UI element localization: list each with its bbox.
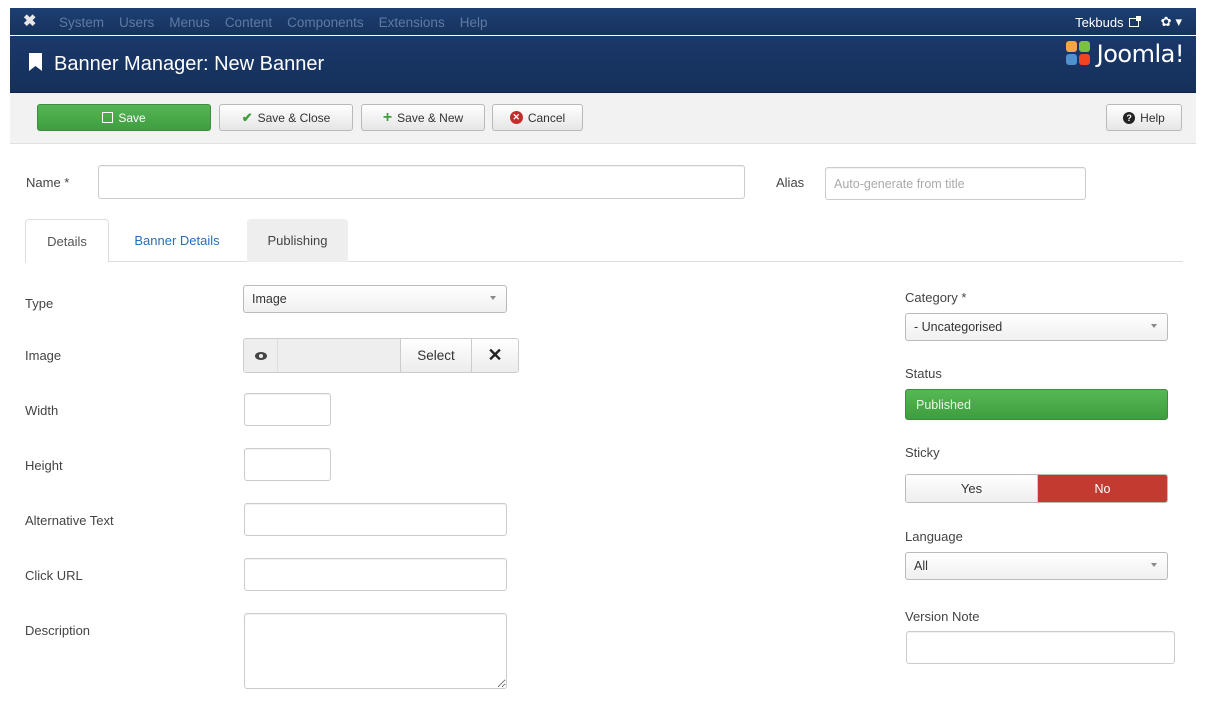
help-button[interactable]: ? Help [1106,104,1182,131]
menu-system[interactable]: System [59,15,104,30]
joomla-logo: Joomla! [1065,40,1185,68]
bookmark-icon [29,53,42,71]
menu-extensions[interactable]: Extensions [379,15,445,30]
image-label: Image [25,348,62,363]
alt-text-label: Alternative Text [25,513,114,528]
edit-icon [102,112,114,123]
alias-input[interactable] [825,167,1086,200]
alias-label: Alias [776,175,805,190]
image-clear-button[interactable]: ✕ [471,339,518,372]
save-close-label: Save & Close [257,110,331,125]
type-label: Type [25,296,54,311]
joomla-logo-icon [1065,41,1094,67]
menu-help[interactable]: Help [460,15,488,30]
height-input[interactable] [244,448,331,481]
sticky-toggle: Yes No [905,474,1168,503]
question-icon: ? [1123,111,1136,124]
tab-details[interactable]: Details [25,219,109,263]
language-label: Language [905,529,963,544]
external-link-icon [1128,15,1141,27]
caret-down-icon [1151,324,1157,328]
menu-content[interactable]: Content [225,15,272,30]
image-media-field: Select ✕ [243,338,519,373]
nav-right: Tekbuds ✿ ▾ [1075,14,1182,30]
status-select[interactable]: Published [905,389,1168,420]
image-path-input[interactable] [278,339,400,372]
caret-down-icon [1151,563,1157,567]
eye-icon [254,351,267,360]
status-label: Status [905,366,942,381]
description-label: Description [25,623,91,638]
gear-icon: ✿ [1160,14,1172,29]
main-menu: System Users Menus Content Components Ex… [59,15,487,30]
save-button[interactable]: Save [37,104,211,131]
language-value: All [914,559,928,573]
save-close-button[interactable]: ✔ Save & Close [219,104,353,131]
name-label: Name * [26,175,70,190]
sticky-no-button[interactable]: No [1038,475,1167,502]
save-new-label: Save & New [397,110,464,125]
top-navbar: ✖ System Users Menus Content Components … [10,8,1196,35]
type-select[interactable]: Image [243,285,507,313]
sticky-yes-button[interactable]: Yes [906,475,1038,502]
click-url-input[interactable] [244,558,507,591]
joomla-icon[interactable]: ✖ [23,13,40,30]
name-input[interactable] [98,165,745,199]
check-icon: ✔ [241,109,253,125]
height-label: Height [25,458,63,473]
cancel-icon: ✕ [509,111,523,124]
version-note-label: Version Note [905,609,980,624]
menu-users[interactable]: Users [119,15,154,30]
joomla-logo-text: Joomla! [1096,40,1185,68]
category-select[interactable]: - Uncategorised [905,313,1168,341]
alt-text-input[interactable] [244,503,507,536]
category-value: - Uncategorised [914,320,1003,334]
description-textarea[interactable] [244,613,507,689]
tab-publishing[interactable]: Publishing [247,219,348,262]
save-new-button[interactable]: + Save & New [361,104,485,131]
plus-icon: + [382,108,393,126]
cancel-button[interactable]: ✕ Cancel [492,104,583,131]
save-label: Save [118,110,146,125]
sticky-label: Sticky [905,445,940,460]
caret-down-icon: ▾ [1175,14,1182,29]
version-note-input[interactable] [906,631,1175,664]
site-link[interactable]: Tekbuds [1075,14,1141,30]
language-select[interactable]: All [905,552,1168,580]
toolbar: Save ✔ Save & Close + Save & New ✕ Cance… [10,93,1196,144]
menu-menus[interactable]: Menus [169,15,210,30]
tab-bar: Details Banner Details Publishing [25,219,1183,263]
page-title: Banner Manager: New Banner [54,53,325,75]
width-input[interactable] [244,393,331,426]
category-label: Category * [905,290,967,305]
image-select-button[interactable]: Select [400,339,471,372]
help-label: Help [1140,110,1165,125]
caret-down-icon [490,296,496,300]
cancel-label: Cancel [527,110,566,125]
status-value: Published [916,397,971,412]
user-menu-toggle[interactable]: ✿ ▾ [1161,14,1182,30]
menu-components[interactable]: Components [287,15,364,30]
title-bar: Banner Manager: New Banner Joomla! [10,36,1196,93]
preview-button[interactable] [244,339,278,372]
site-name: Tekbuds [1075,14,1124,30]
tab-banner-details[interactable]: Banner Details [113,219,241,262]
click-url-label: Click URL [25,568,83,583]
width-label: Width [25,403,59,418]
type-value: Image [252,292,287,306]
